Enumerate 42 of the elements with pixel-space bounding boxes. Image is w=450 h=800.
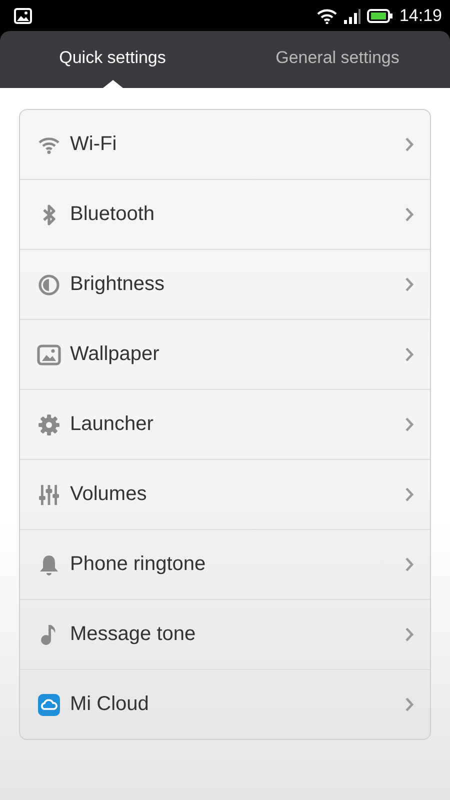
chevron-right-icon xyxy=(405,417,414,432)
bluetooth-icon xyxy=(42,204,56,226)
chevron-right-icon xyxy=(405,277,414,292)
music-note-icon xyxy=(40,624,58,646)
settings-row[interactable]: Brightness xyxy=(20,249,430,319)
wifi-signal-icon xyxy=(317,8,338,24)
tab[interactable]: Quick settings xyxy=(0,31,225,88)
row-label: Wi-Fi xyxy=(70,133,118,156)
row-label: Launcher xyxy=(70,413,154,436)
row-label: Mi Cloud xyxy=(70,693,150,716)
settings-row[interactable]: Launcher xyxy=(20,389,430,459)
row-label: Brightness xyxy=(70,273,166,296)
settings-row[interactable]: Volumes xyxy=(20,459,430,529)
chevron-right-icon xyxy=(405,697,414,712)
cellular-signal-icon xyxy=(343,8,362,24)
tab[interactable]: General settings xyxy=(225,31,450,88)
image-icon xyxy=(14,8,32,24)
chevron-right-icon xyxy=(405,137,414,152)
chevron-right-icon xyxy=(405,207,414,222)
settings-row[interactable]: Wallpaper xyxy=(20,319,430,389)
settings-row[interactable]: Message tone xyxy=(20,599,430,669)
clock-time: 14:19 xyxy=(399,6,442,26)
row-label: Message tone xyxy=(70,623,197,646)
row-label: Wallpaper xyxy=(70,343,160,366)
brightness-icon xyxy=(38,274,60,296)
cloud-app-icon xyxy=(38,694,60,716)
row-label: Volumes xyxy=(70,483,148,506)
chevron-right-icon xyxy=(405,557,414,572)
settings-row[interactable]: Wi-Fi xyxy=(20,110,430,179)
settings-row[interactable]: Phone ringtone xyxy=(20,529,430,599)
settings-row[interactable]: Bluetooth xyxy=(20,179,430,249)
equalizer-icon xyxy=(38,484,60,506)
chevron-right-icon xyxy=(405,627,414,642)
battery-icon xyxy=(367,8,394,24)
chevron-right-icon xyxy=(405,347,414,362)
wifi-icon xyxy=(38,136,60,154)
bell-icon xyxy=(38,554,60,576)
chevron-right-icon xyxy=(405,487,414,502)
row-label: Phone ringtone xyxy=(70,553,207,576)
settings-row[interactable]: Mi Cloud xyxy=(20,669,430,739)
row-label: Bluetooth xyxy=(70,203,156,226)
picture-frame-icon xyxy=(37,344,61,366)
